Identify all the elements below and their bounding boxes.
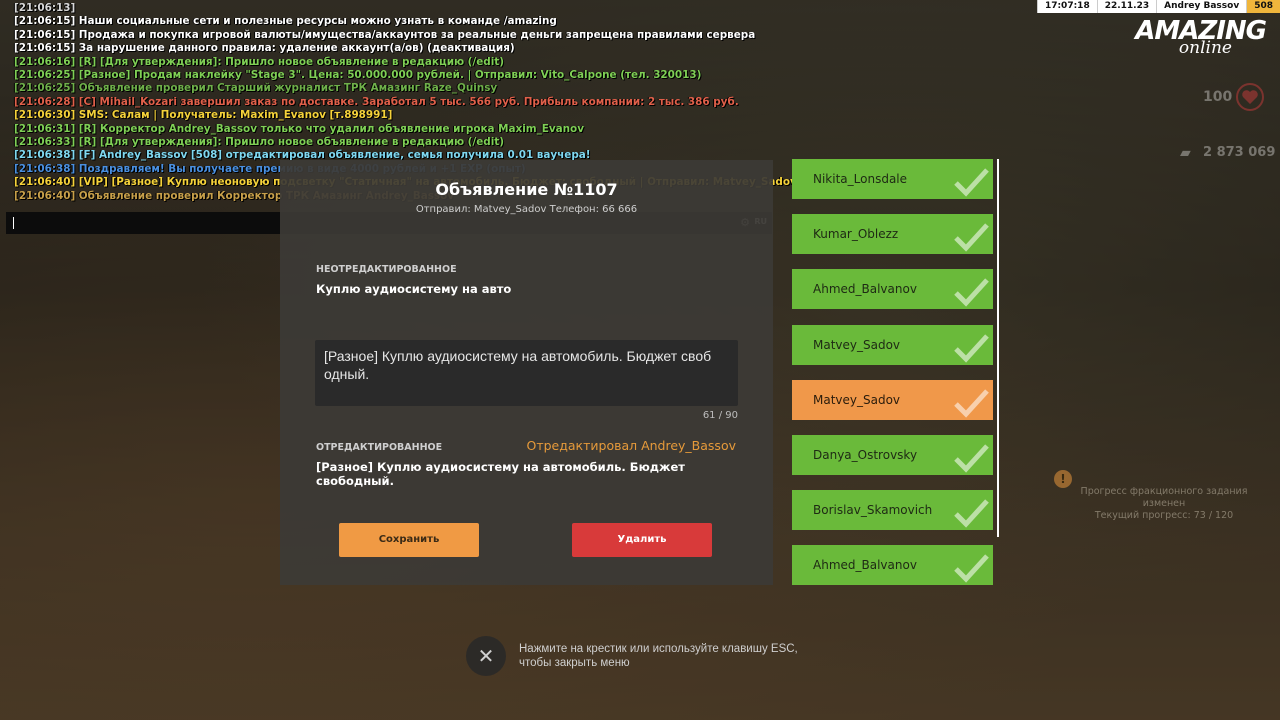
ad-list-item-name: Ahmed_Balvanov bbox=[813, 282, 917, 297]
ad-list-item[interactable]: Borislav_Skamovich bbox=[792, 490, 993, 531]
ad-list-item[interactable]: Kumar_Oblezz bbox=[792, 214, 993, 255]
ad-list-item[interactable]: Matvey_Sadov bbox=[792, 324, 993, 365]
ad-list-item-name: Matvey_Sadov bbox=[813, 392, 901, 407]
hud-time: 17:07:18 bbox=[1036, 0, 1097, 13]
chat-line: [21:06:25] [Разное] Продам наклейку "Sta… bbox=[14, 69, 702, 82]
heart-icon bbox=[1236, 83, 1264, 111]
chat-line: [21:06:25] Объявление проверил Старший ж… bbox=[14, 82, 498, 95]
edited-ad-text: [Разное] Куплю аудиосистему на автомобил… bbox=[316, 460, 685, 488]
char-counter: 61 / 90 bbox=[702, 410, 738, 421]
ad-list-item[interactable]: Ahmed_Balvanov bbox=[792, 545, 993, 586]
hud-money: 2 873 069 bbox=[1203, 145, 1276, 160]
checkmark-icon bbox=[954, 278, 989, 307]
save-button[interactable]: Сохранить bbox=[339, 523, 479, 557]
ad-edit-dialog: Объявление №1107 Отправил: Matvey_Sadov … bbox=[280, 160, 773, 585]
checkmark-icon bbox=[954, 333, 989, 363]
amazing-logo: AMAZING online bbox=[1135, 18, 1267, 58]
ad-list-item-name: Borislav_Skamovich bbox=[813, 503, 933, 518]
faction-progress-notification: Прогресс фракционного задания изменен Те… bbox=[1075, 486, 1253, 522]
notification-line-3: Текущий прогресс: 73 / 120 bbox=[1094, 510, 1234, 521]
ad-list-item-name: Nikita_Lonsdale bbox=[813, 172, 908, 186]
delete-button[interactable]: Удалить bbox=[572, 523, 712, 557]
chat-line: [21:06:30] SMS: Салам | Получатель: Maxi… bbox=[14, 109, 393, 122]
chat-line: [21:06:31] [R] Корректор Andrey_Bassov т… bbox=[14, 122, 584, 135]
close-hint-text: Нажмите на крестик или используйте клави… bbox=[519, 643, 798, 669]
chat-line: [21:06:15] Наши социальные сети и полезн… bbox=[14, 15, 557, 28]
hud-date: 22.11.23 bbox=[1096, 0, 1157, 13]
ad-edit-value[interactable]: [Разное] Куплю аудиосистему на автомобил… bbox=[324, 347, 734, 383]
original-label: НЕОТРЕДАКТИРОВАННОЕ bbox=[316, 264, 457, 275]
chat-line: [21:06:15] За нарушение данного правила:… bbox=[14, 42, 515, 55]
hud-health: 100 bbox=[1203, 89, 1233, 105]
checkmark-icon bbox=[954, 389, 989, 418]
text-caret bbox=[13, 217, 14, 229]
ad-list-item[interactable]: Nikita_Lonsdale bbox=[792, 159, 993, 199]
edited-label: ОТРЕДАКТИРОВАННОЕ bbox=[316, 442, 443, 453]
wallet-icon: ▰ bbox=[1180, 145, 1191, 161]
ad-list-item-name: Ahmed_Balvanov bbox=[813, 558, 917, 573]
ad-list-item-name: Matvey_Sadov bbox=[813, 337, 901, 352]
checkmark-icon bbox=[954, 499, 989, 528]
checkmark-icon bbox=[954, 554, 989, 583]
hud-level: 508 bbox=[1246, 0, 1280, 13]
ad-list-item[interactable]: Danya_Ostrovsky bbox=[792, 434, 993, 475]
chat-line: [21:06:28] [C] Mihail_Kozari завершил за… bbox=[14, 95, 739, 108]
hud-player-name: Andrey Bassov bbox=[1156, 0, 1247, 13]
checkmark-icon bbox=[954, 223, 989, 252]
ad-queue-list: Nikita_Lonsdale Kumar_Oblezz Ahmed_Balvano… bbox=[792, 159, 993, 601]
notification-line-2: изменен bbox=[1142, 498, 1186, 509]
chat-line: [21:06:15] Продажа и покупка игровой вал… bbox=[14, 28, 756, 41]
ad-list-item-name: Kumar_Oblezz bbox=[813, 227, 899, 242]
ad-edit-field[interactable]: [Разное] Куплю аудиосистему на автомобил… bbox=[315, 340, 738, 406]
ad-list-item-name: Danya_Ostrovsky bbox=[813, 447, 918, 462]
checkmark-icon bbox=[954, 168, 989, 197]
chat-line: [21:06:16] [R] [Для утверждения]: Пришло… bbox=[14, 55, 504, 68]
close-icon[interactable]: ✕ bbox=[466, 636, 506, 676]
chat-line: [21:06:13] bbox=[14, 2, 76, 14]
ad-list-item[interactable]: Matvey_Sadov bbox=[792, 379, 993, 420]
checkmark-icon bbox=[954, 444, 989, 473]
original-ad-text: Куплю аудиосистему на авто bbox=[316, 282, 512, 296]
dialog-title: Объявление №1107 bbox=[435, 180, 618, 199]
hud-top-bar: 17:07:18 22.11.23 Andrey Bassov 508 bbox=[1036, 0, 1280, 13]
chat-line: [21:06:33] [R] [Для утверждения]: Пришло… bbox=[14, 136, 504, 149]
ad-list-item[interactable]: Ahmed_Balvanov bbox=[792, 269, 993, 310]
notification-line-1: Прогресс фракционного задания bbox=[1080, 486, 1248, 497]
alert-icon: ! bbox=[1054, 470, 1072, 488]
list-scrollbar[interactable] bbox=[997, 159, 999, 537]
edited-by: Отредактировал Andrey_Bassov bbox=[526, 438, 737, 453]
dialog-sender-info: Отправил: Matvey_Sadov Телефон: 66 666 bbox=[415, 204, 638, 215]
